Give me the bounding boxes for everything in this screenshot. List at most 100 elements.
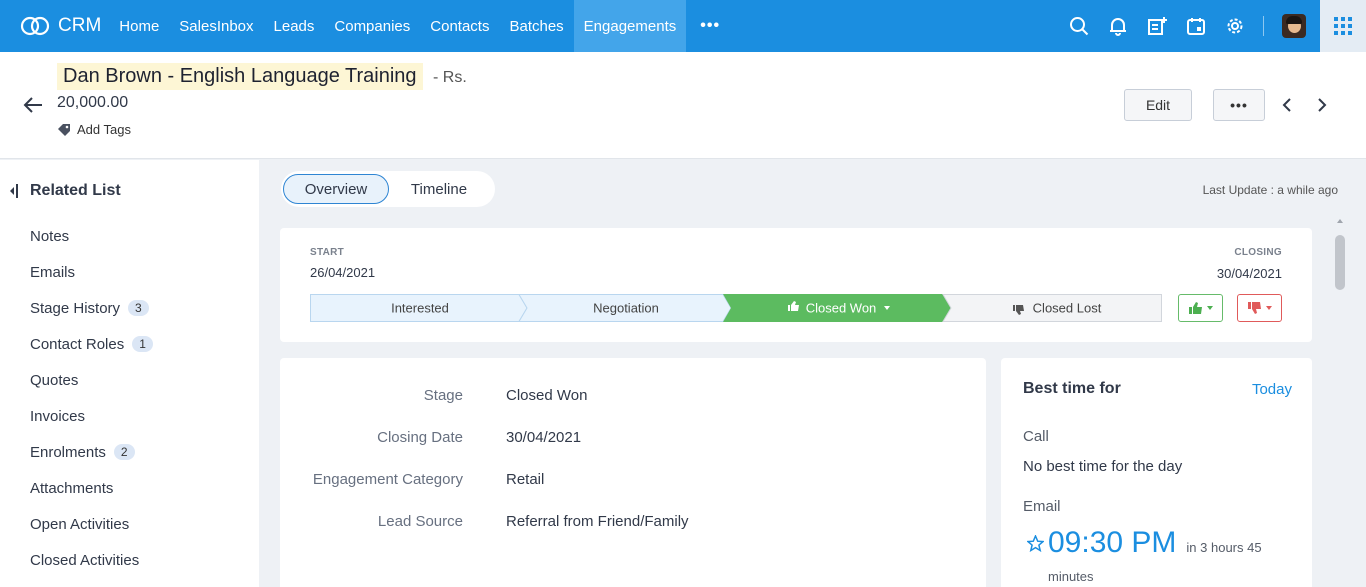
stage-label: Negotiation bbox=[593, 301, 659, 316]
call-best-time: No best time for the day bbox=[1023, 458, 1183, 475]
tab-timeline[interactable]: Timeline bbox=[389, 174, 489, 204]
call-label: Call bbox=[1023, 428, 1049, 445]
app-name: CRM bbox=[58, 15, 102, 36]
closing-label: CLOSING bbox=[1234, 247, 1282, 258]
mark-lost-button[interactable] bbox=[1237, 294, 1282, 322]
add-note-icon[interactable] bbox=[1146, 16, 1167, 37]
scroll-up-icon[interactable] bbox=[1333, 218, 1347, 224]
sidebar-item-stage-history[interactable]: Stage History 3 bbox=[30, 290, 153, 326]
email-time-remaining: in 3 hours 45 bbox=[1186, 540, 1262, 555]
sidebar-item-label: Contact Roles bbox=[30, 335, 125, 353]
stage-negotiation[interactable]: Negotiation bbox=[518, 294, 732, 322]
sidebar-item-closed-activities[interactable]: Closed Activities bbox=[30, 542, 153, 578]
related-list: Notes Emails Stage History 3 Contact Role… bbox=[30, 218, 153, 578]
record-title-wrap: Dan Brown - English Language Training - … bbox=[57, 63, 467, 90]
field-value[interactable]: Closed Won bbox=[506, 387, 587, 404]
top-icons bbox=[1068, 0, 1306, 52]
tag-icon bbox=[58, 123, 70, 136]
nav-batches[interactable]: Batches bbox=[499, 0, 573, 52]
sidebar-item-label: Enrolments bbox=[30, 443, 106, 461]
sidebar-item-open-activities[interactable]: Open Activities bbox=[30, 506, 153, 542]
details-card: Stage Closed Won Closing Date 30/04/2021… bbox=[280, 358, 986, 587]
email-best-time: 09:30 PM in 3 hours 45 bbox=[1027, 526, 1262, 560]
nav-companies[interactable]: Companies bbox=[324, 0, 420, 52]
sidebar-item-notes[interactable]: Notes bbox=[30, 218, 153, 254]
view-tabs: Overview Timeline bbox=[281, 171, 495, 207]
stage-label: Closed Lost bbox=[1033, 301, 1102, 316]
stage-pipeline: Interested Negotiation Closed Won Closed… bbox=[310, 294, 1162, 322]
stage-closed-lost[interactable]: Closed Lost bbox=[942, 294, 1162, 322]
edit-button[interactable]: Edit bbox=[1124, 89, 1192, 121]
back-arrow-icon[interactable] bbox=[22, 94, 44, 116]
scrollbar[interactable] bbox=[1333, 219, 1347, 587]
search-icon[interactable] bbox=[1068, 16, 1089, 37]
count-badge: 1 bbox=[132, 336, 153, 352]
email-time-minutes: minutes bbox=[1048, 569, 1094, 584]
top-nav-bar: CRM Home SalesInbox Leads Companies Cont… bbox=[0, 0, 1366, 52]
bell-icon[interactable] bbox=[1107, 16, 1128, 37]
nav-contacts[interactable]: Contacts bbox=[420, 0, 499, 52]
sidebar-item-label: Closed Activities bbox=[30, 551, 140, 569]
best-time-title: Best time for bbox=[1023, 380, 1121, 397]
collapse-sidebar-icon[interactable] bbox=[9, 184, 19, 198]
stage-card: START 26/04/2021 CLOSING 30/04/2021 Inte… bbox=[280, 228, 1312, 342]
record-header: Dan Brown - English Language Training - … bbox=[0, 52, 1366, 159]
nav-engagements[interactable]: Engagements bbox=[573, 0, 687, 52]
sidebar-item-attachments[interactable]: Attachments bbox=[30, 470, 153, 506]
gear-icon[interactable] bbox=[1224, 16, 1245, 37]
nav-salesinbox[interactable]: SalesInbox bbox=[169, 0, 263, 52]
stage-label: Interested bbox=[391, 301, 449, 316]
sidebar-item-label: Quotes bbox=[30, 371, 79, 389]
amount-prefix: - Rs. bbox=[433, 69, 467, 86]
scrollbar-thumb[interactable] bbox=[1335, 235, 1345, 290]
crm-logo[interactable]: CRM bbox=[20, 15, 101, 37]
detail-row-stage: Stage Closed Won bbox=[280, 387, 986, 407]
divider bbox=[1263, 16, 1264, 36]
add-tags-label: Add Tags bbox=[77, 122, 131, 137]
sidebar-item-emails[interactable]: Emails bbox=[30, 254, 153, 290]
sidebar-item-invoices[interactable]: Invoices bbox=[30, 398, 153, 434]
count-badge: 2 bbox=[113, 444, 135, 460]
record-title: Dan Brown - English Language Training bbox=[57, 63, 423, 90]
stage-closed-won[interactable]: Closed Won bbox=[723, 294, 951, 322]
thumbs-up-icon bbox=[1188, 302, 1202, 314]
nav-leads[interactable]: Leads bbox=[264, 0, 325, 52]
previous-record-icon[interactable] bbox=[1279, 97, 1295, 113]
field-label: Stage bbox=[423, 387, 463, 404]
related-list-sidebar: Related List Notes Emails Stage History 3… bbox=[0, 160, 259, 587]
today-dropdown[interactable]: Today bbox=[1252, 381, 1292, 398]
stage-interested[interactable]: Interested bbox=[310, 294, 528, 322]
sidebar-item-label: Notes bbox=[30, 227, 70, 245]
calendar-icon[interactable] bbox=[1185, 16, 1206, 37]
field-value[interactable]: Retail bbox=[506, 471, 544, 488]
sidebar-item-quotes[interactable]: Quotes bbox=[30, 362, 153, 398]
more-actions-button[interactable]: ••• bbox=[1213, 89, 1265, 121]
closing-date: 30/04/2021 bbox=[1216, 266, 1282, 281]
start-date: 26/04/2021 bbox=[310, 265, 376, 280]
next-record-icon[interactable] bbox=[1314, 97, 1330, 113]
mark-won-button[interactable] bbox=[1178, 294, 1223, 322]
field-value[interactable]: Referral from Friend/Family bbox=[506, 513, 689, 530]
sidebar-item-label: Stage History bbox=[30, 299, 121, 317]
field-label: Engagement Category bbox=[312, 471, 463, 488]
nav-home[interactable]: Home bbox=[109, 0, 169, 52]
count-badge: 3 bbox=[128, 300, 149, 316]
start-label: START bbox=[310, 247, 345, 258]
avatar[interactable] bbox=[1282, 14, 1306, 38]
detail-row-engagement-category: Engagement Category Retail bbox=[280, 471, 986, 491]
sidebar-item-label: Emails bbox=[30, 263, 76, 281]
apps-grid-icon[interactable] bbox=[1320, 0, 1366, 52]
last-update: Last Update : a while ago bbox=[1202, 183, 1338, 197]
sidebar-item-label: Attachments bbox=[30, 479, 114, 497]
best-time-card: Best time for Today Call No best time fo… bbox=[1001, 358, 1312, 587]
sidebar-item-enrolments[interactable]: Enrolments 2 bbox=[30, 434, 153, 470]
field-value[interactable]: 30/04/2021 bbox=[506, 429, 581, 446]
sidebar-item-contact-roles[interactable]: Contact Roles 1 bbox=[30, 326, 153, 362]
chevron-down-icon bbox=[1265, 306, 1272, 310]
stage-label: Closed Won bbox=[806, 301, 877, 316]
nav-more-button[interactable]: ••• bbox=[686, 0, 734, 52]
add-tags[interactable]: Add Tags bbox=[57, 122, 131, 137]
tab-overview[interactable]: Overview bbox=[283, 174, 389, 204]
star-icon[interactable] bbox=[1027, 535, 1044, 552]
sidebar-item-label: Open Activities bbox=[30, 515, 130, 533]
